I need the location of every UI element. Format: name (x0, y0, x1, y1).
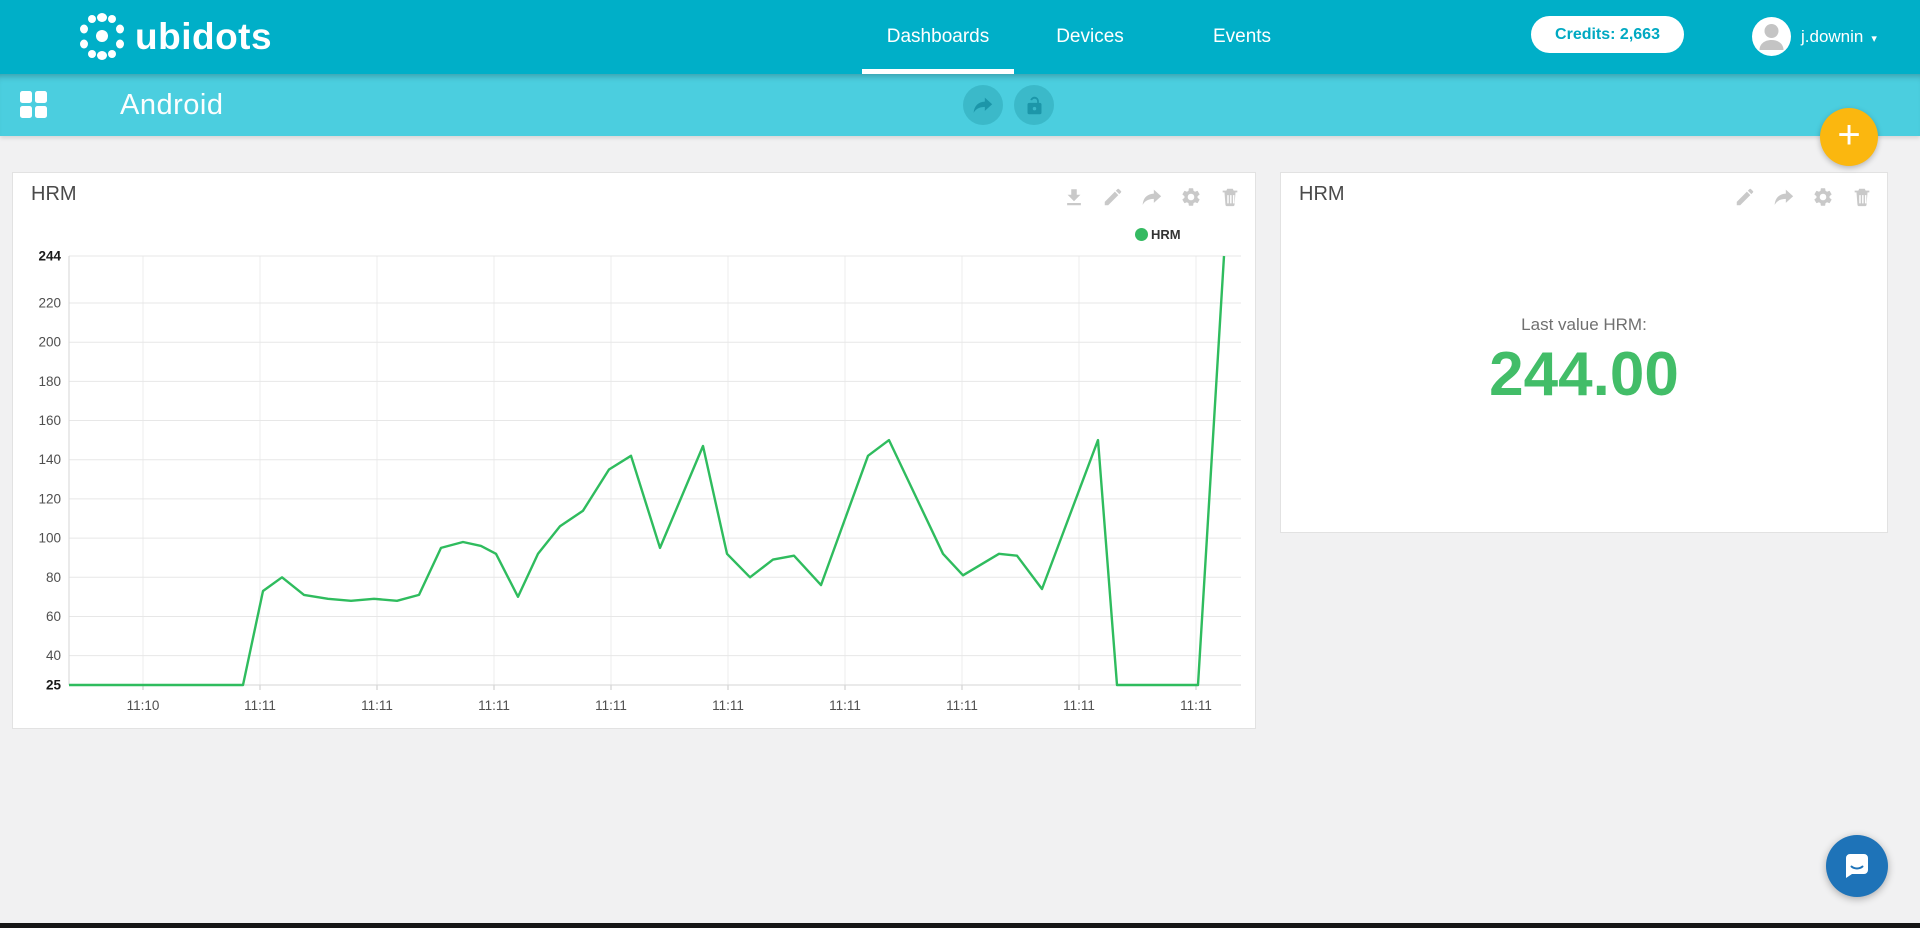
ubidots-logo[interactable]: ubidots (76, 11, 272, 63)
share-icon[interactable] (1141, 186, 1163, 208)
svg-text:11:10: 11:10 (127, 698, 160, 713)
svg-text:11:11: 11:11 (712, 698, 744, 713)
svg-text:200: 200 (38, 335, 61, 350)
hrm-value-widget: HRM Last value HRM: 244.00 (1280, 172, 1888, 533)
edit-icon[interactable] (1734, 186, 1756, 208)
bottom-edge-bar (0, 923, 1920, 928)
dashboard-bar: Android (0, 74, 1920, 136)
edit-icon[interactable] (1102, 186, 1124, 208)
username-text: j.downin (1801, 27, 1863, 46)
person-icon (1752, 17, 1791, 56)
svg-text:11:11: 11:11 (595, 698, 627, 713)
credits-badge[interactable]: Credits: 2,663 (1531, 16, 1684, 53)
svg-text:60: 60 (46, 609, 61, 624)
last-value-number: 244.00 (1281, 339, 1887, 410)
svg-text:11:11: 11:11 (361, 698, 393, 713)
svg-text:25: 25 (46, 678, 62, 693)
lock-open-icon (1024, 95, 1045, 116)
svg-text:244: 244 (38, 251, 61, 264)
svg-text:11:11: 11:11 (946, 698, 978, 713)
chat-bubble-icon (1841, 850, 1873, 882)
dashboards-grid-icon[interactable] (20, 91, 47, 118)
widget-toolbar (1063, 186, 1241, 208)
ubidots-dashboard-page: ubidots Dashboards Devices Events Credit… (0, 0, 1920, 928)
share-dashboard-button[interactable] (963, 85, 1003, 125)
dashboard-title: Android (120, 74, 223, 136)
svg-text:11:11: 11:11 (244, 698, 276, 713)
svg-text:160: 160 (38, 413, 61, 428)
chart-legend[interactable]: HRM (1135, 227, 1181, 242)
share-icon[interactable] (1773, 186, 1795, 208)
user-avatar[interactable] (1752, 17, 1791, 56)
legend-series-dot (1135, 228, 1148, 241)
widget-toolbar (1734, 186, 1873, 208)
ubidots-logo-icon (76, 11, 128, 63)
legend-series-label: HRM (1151, 227, 1181, 242)
add-widget-button[interactable]: + (1820, 108, 1878, 166)
chat-launcher-button[interactable] (1826, 835, 1888, 897)
tab-events[interactable]: Events (1166, 0, 1318, 74)
svg-text:180: 180 (38, 374, 61, 389)
settings-icon[interactable] (1180, 186, 1202, 208)
svg-text:11:11: 11:11 (478, 698, 510, 713)
settings-icon[interactable] (1812, 186, 1834, 208)
delete-icon[interactable] (1219, 186, 1241, 208)
svg-text:11:11: 11:11 (829, 698, 861, 713)
hrm-line-chart[interactable]: 244 220 200 180 160 140 120 100 80 60 40 25 11:10 11:… (25, 251, 1245, 729)
tab-dashboards[interactable]: Dashboards (862, 0, 1014, 74)
svg-text:140: 140 (38, 452, 61, 467)
tab-devices[interactable]: Devices (1014, 0, 1166, 74)
download-icon[interactable] (1063, 186, 1085, 208)
main-nav-tabs: Dashboards Devices Events (862, 0, 1318, 74)
svg-text:40: 40 (46, 648, 61, 663)
ubidots-logo-text: ubidots (135, 16, 272, 58)
svg-text:80: 80 (46, 570, 61, 585)
svg-text:11:11: 11:11 (1180, 698, 1212, 713)
delete-icon[interactable] (1851, 186, 1873, 208)
user-menu[interactable]: j.downin ▾ (1801, 0, 1877, 74)
svg-text:100: 100 (38, 531, 61, 546)
share-icon (972, 94, 994, 116)
hrm-chart-widget: HRM HRM 244 220 200 180 160 140 120 100 80 60 40 25… (12, 172, 1256, 729)
svg-text:120: 120 (38, 491, 61, 506)
plus-icon: + (1837, 113, 1860, 157)
chevron-down-icon: ▾ (1871, 2, 1877, 76)
last-value-caption: Last value HRM: (1281, 315, 1887, 335)
top-navbar: ubidots Dashboards Devices Events Credit… (0, 0, 1920, 74)
svg-text:11:11: 11:11 (1063, 698, 1095, 713)
widget-title: HRM (1299, 183, 1345, 206)
lock-dashboard-button[interactable] (1014, 85, 1054, 125)
widget-title: HRM (31, 183, 77, 206)
svg-text:220: 220 (38, 296, 61, 311)
